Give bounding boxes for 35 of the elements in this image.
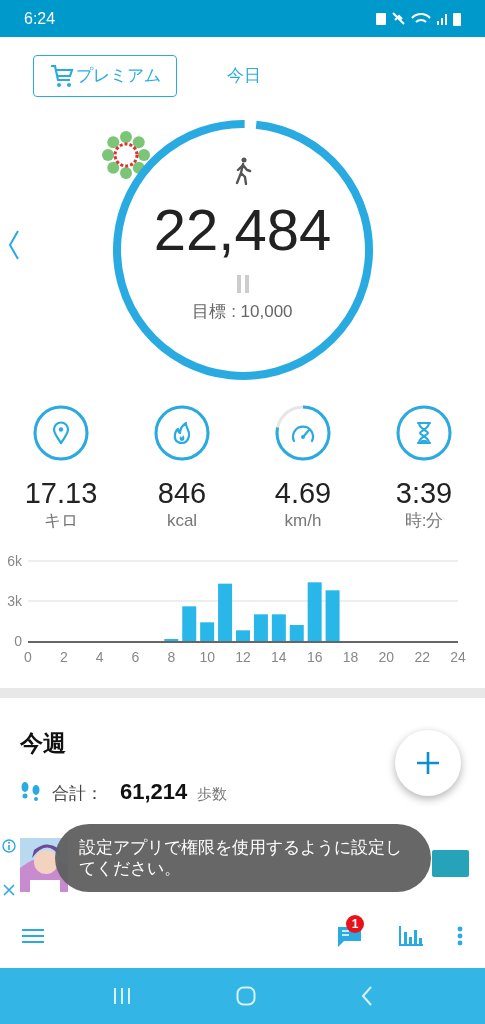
y-tick-label: 0: [14, 633, 22, 649]
x-tick-label: 20: [378, 649, 395, 665]
stat-value: 3:39: [395, 476, 453, 510]
y-tick-label: 3k: [7, 593, 22, 609]
x-tick-label: 18: [342, 649, 359, 665]
x-tick-label: 0: [24, 649, 32, 665]
permission-toast: 設定アプリで権限を使用するように設定してください。: [55, 824, 431, 892]
x-tick-label: 14: [271, 649, 287, 665]
status-time: 6:24: [24, 8, 56, 29]
x-tick-label: 8: [167, 649, 176, 665]
today-tab[interactable]: 今日: [227, 63, 261, 89]
step-count: 22,484: [153, 197, 332, 263]
week-title: 今週: [20, 729, 67, 758]
stat-value: 4.69: [274, 476, 332, 510]
x-tick-label: 2: [59, 649, 68, 665]
stat-unit: kcal: [166, 510, 198, 532]
stat-unit: キロ: [44, 510, 78, 532]
x-tick-label: 4: [95, 649, 104, 665]
week-stat-label: 合計：: [52, 782, 104, 805]
x-tick-label: 24: [450, 649, 466, 665]
premium-button[interactable]: プレミアム: [33, 55, 177, 97]
stat-unit: km/h: [284, 510, 322, 532]
stat-value: 17.13: [24, 476, 98, 510]
week-stat-value: 61,214: [120, 777, 188, 806]
step-goal: 目標 : 10,000: [192, 301, 293, 323]
stat-unit: 時:分: [404, 510, 444, 532]
week-stat-unit: 歩数: [197, 783, 228, 804]
x-tick-label: 12: [235, 649, 251, 665]
x-tick-label: 6: [131, 649, 140, 665]
x-tick-label: 16: [306, 649, 323, 665]
stat-value: 846: [157, 476, 207, 510]
notification-badge: 1: [346, 915, 364, 933]
y-tick-label: 6k: [7, 553, 22, 569]
x-tick-label: 10: [199, 649, 215, 665]
x-tick-label: 22: [414, 649, 430, 665]
